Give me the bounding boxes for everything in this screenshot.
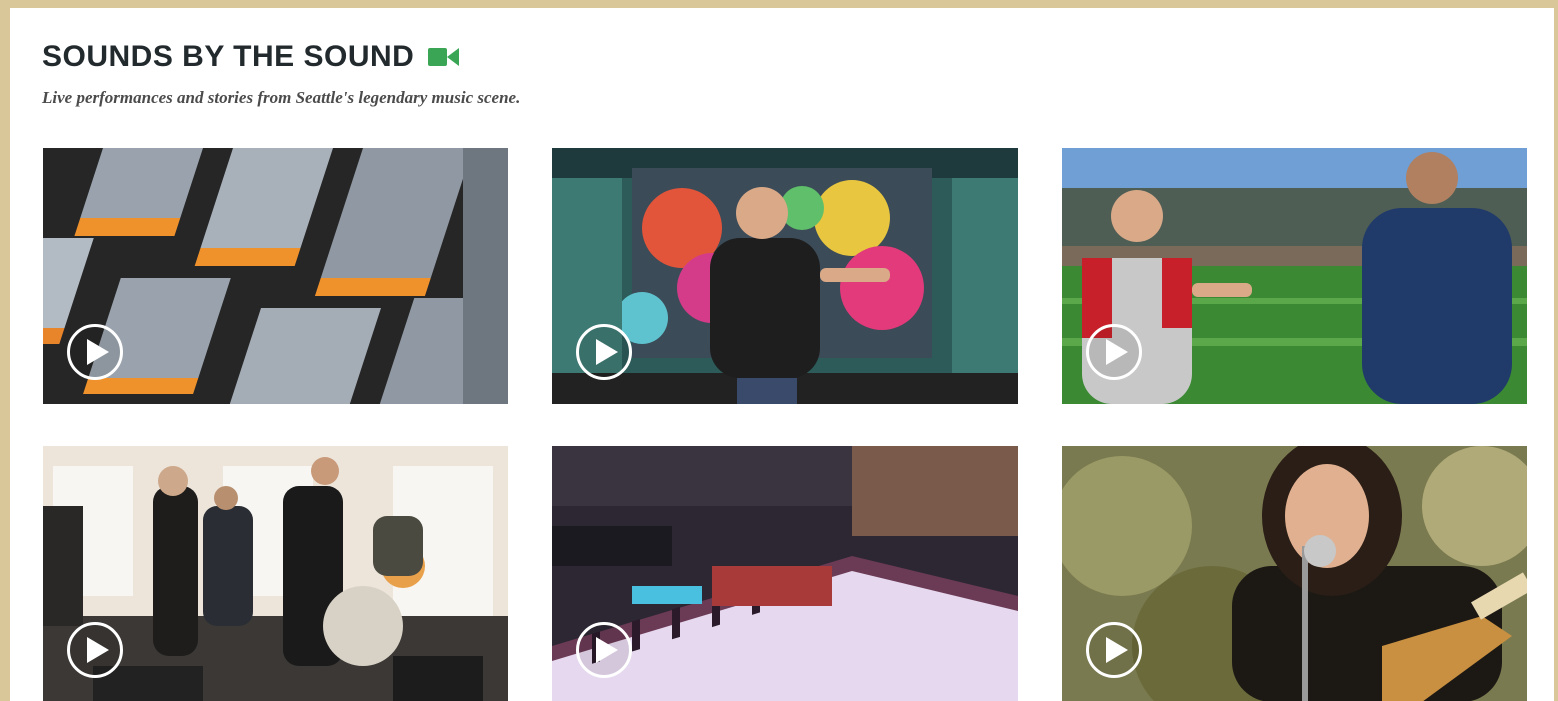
play-button[interactable] [67, 622, 123, 678]
section-title: SOUNDS BY THE SOUND [42, 40, 415, 73]
play-button[interactable] [1086, 622, 1142, 678]
content-panel: SOUNDS BY THE SOUND Live performances an… [10, 8, 1554, 701]
video-camera-icon [428, 46, 460, 68]
play-icon [595, 637, 618, 663]
play-button[interactable] [1086, 324, 1142, 380]
video-tile-5[interactable] [552, 446, 1018, 701]
video-tile-6[interactable] [1062, 446, 1527, 701]
video-tile-2[interactable] [552, 148, 1018, 404]
section-header: SOUNDS BY THE SOUND Live performances an… [42, 40, 520, 108]
play-icon [86, 339, 109, 365]
play-button[interactable] [67, 324, 123, 380]
play-icon [595, 339, 618, 365]
play-button[interactable] [576, 324, 632, 380]
video-tile-1[interactable] [43, 148, 508, 404]
play-icon [1105, 339, 1128, 365]
play-icon [1105, 637, 1128, 663]
video-tile-4[interactable] [43, 446, 508, 701]
video-grid [43, 148, 1527, 701]
video-tile-3[interactable] [1062, 148, 1527, 404]
title-row: SOUNDS BY THE SOUND [42, 40, 520, 74]
section-subtitle: Live performances and stories from Seatt… [42, 88, 521, 107]
play-icon [86, 637, 109, 663]
play-button[interactable] [576, 622, 632, 678]
